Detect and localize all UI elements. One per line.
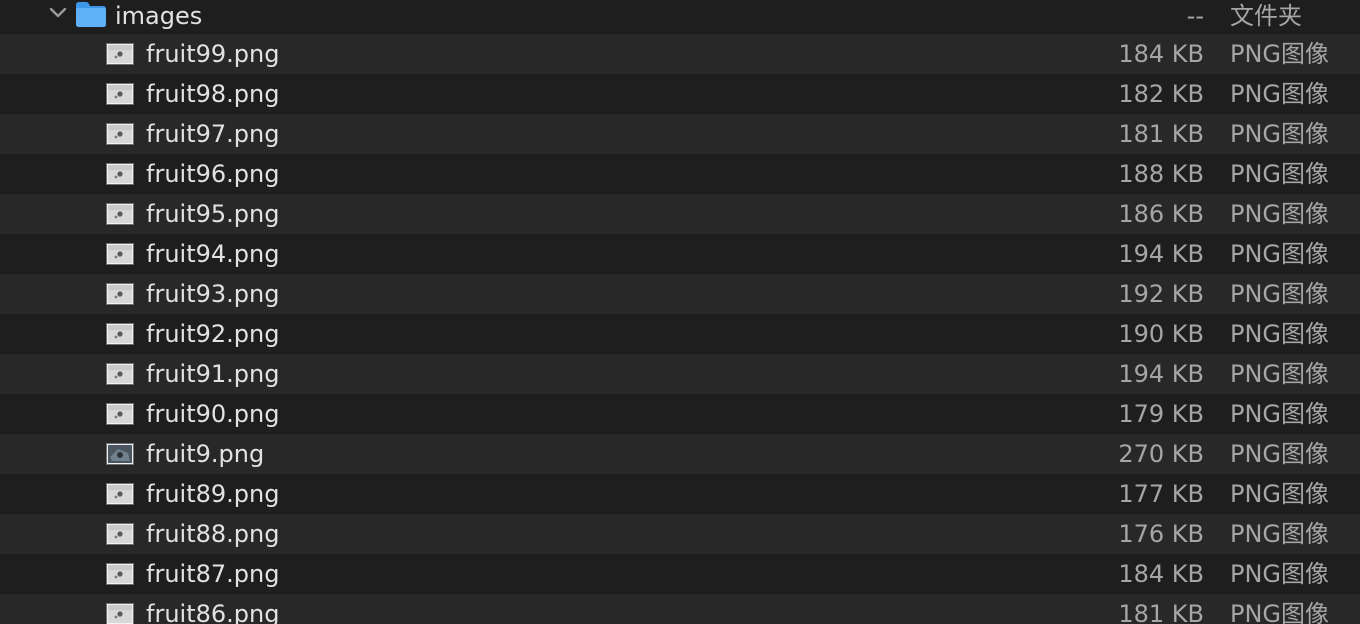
file-row[interactable]: fruit91.png 194 KB PNG图像 [0,354,1360,394]
file-size: 270 KB [1118,440,1204,468]
image-thumbnail-icon [106,403,134,425]
image-thumbnail-icon [106,83,134,105]
file-row[interactable]: fruit99.png 184 KB PNG图像 [0,34,1360,74]
file-row[interactable]: fruit98.png 182 KB PNG图像 [0,74,1360,114]
file-kind: PNG图像 [1230,40,1330,68]
file-kind: PNG图像 [1230,560,1330,588]
file-kind: PNG图像 [1230,320,1330,348]
file-name: fruit89.png [146,480,280,508]
file-name: fruit96.png [146,160,280,188]
file-kind: PNG图像 [1230,200,1330,228]
file-kind: PNG图像 [1230,480,1330,508]
file-name: fruit99.png [146,40,280,68]
file-size: 184 KB [1118,40,1204,68]
image-thumbnail-icon [106,483,134,505]
folder-name: images [115,2,203,30]
image-thumbnail-icon [106,363,134,385]
file-row[interactable]: fruit88.png 176 KB PNG图像 [0,514,1360,554]
file-kind: PNG图像 [1230,600,1330,624]
image-thumbnail-icon [106,123,134,145]
image-thumbnail-icon [106,43,134,65]
image-thumbnail-icon [106,603,134,624]
file-name: fruit88.png [146,520,280,548]
file-size: 184 KB [1118,560,1204,588]
file-kind: PNG图像 [1230,80,1330,108]
file-name: fruit97.png [146,120,280,148]
file-name: fruit86.png [146,600,280,624]
file-size: 182 KB [1118,80,1204,108]
file-name: fruit93.png [146,280,280,308]
file-size: 190 KB [1118,320,1204,348]
file-size: 194 KB [1118,360,1204,388]
image-thumbnail-icon [106,163,134,185]
file-kind: PNG图像 [1230,240,1330,268]
file-size: 186 KB [1118,200,1204,228]
folder-kind: 文件夹 [1230,2,1302,30]
file-row[interactable]: fruit94.png 194 KB PNG图像 [0,234,1360,274]
file-kind: PNG图像 [1230,120,1330,148]
file-kind: PNG图像 [1230,280,1330,308]
file-row[interactable]: fruit97.png 181 KB PNG图像 [0,114,1360,154]
file-name: fruit90.png [146,400,280,428]
file-name: fruit9.png [146,440,265,468]
file-size: 192 KB [1118,280,1204,308]
image-thumbnail-icon [106,443,134,465]
file-size: 176 KB [1118,520,1204,548]
image-thumbnail-icon [106,523,134,545]
file-row[interactable]: fruit89.png 177 KB PNG图像 [0,474,1360,514]
image-thumbnail-icon [106,203,134,225]
file-name: fruit94.png [146,240,280,268]
file-kind: PNG图像 [1230,520,1330,548]
file-kind: PNG图像 [1230,440,1330,468]
folder-row-images[interactable]: images -- 文件夹 [0,0,1360,34]
file-size: 181 KB [1118,120,1204,148]
file-name: fruit98.png [146,80,280,108]
file-kind: PNG图像 [1230,400,1330,428]
file-row[interactable]: fruit86.png 181 KB PNG图像 [0,594,1360,624]
file-row[interactable]: fruit95.png 186 KB PNG图像 [0,194,1360,234]
file-name: fruit91.png [146,360,280,388]
file-size: 179 KB [1118,400,1204,428]
folder-size: -- [1186,2,1204,30]
file-size: 177 KB [1118,480,1204,508]
file-row[interactable]: fruit93.png 192 KB PNG图像 [0,274,1360,314]
image-thumbnail-icon [106,563,134,585]
folder-icon [75,0,107,28]
file-kind: PNG图像 [1230,160,1330,188]
file-name: fruit92.png [146,320,280,348]
file-list: images -- 文件夹 fruit99.png 184 KB PNG图像 frui… [0,0,1360,624]
file-size: 188 KB [1118,160,1204,188]
file-row[interactable]: fruit92.png 190 KB PNG图像 [0,314,1360,354]
file-size: 194 KB [1118,240,1204,268]
image-thumbnail-icon [106,283,134,305]
image-thumbnail-icon [106,323,134,345]
file-row[interactable]: fruit87.png 184 KB PNG图像 [0,554,1360,594]
file-row[interactable]: fruit9.png 270 KB PNG图像 [0,434,1360,474]
file-size: 181 KB [1118,600,1204,624]
file-kind: PNG图像 [1230,360,1330,388]
file-name: fruit87.png [146,560,280,588]
file-name: fruit95.png [146,200,280,228]
chevron-down-icon[interactable] [44,0,72,30]
image-thumbnail-icon [106,243,134,265]
file-row[interactable]: fruit96.png 188 KB PNG图像 [0,154,1360,194]
file-row[interactable]: fruit90.png 179 KB PNG图像 [0,394,1360,434]
